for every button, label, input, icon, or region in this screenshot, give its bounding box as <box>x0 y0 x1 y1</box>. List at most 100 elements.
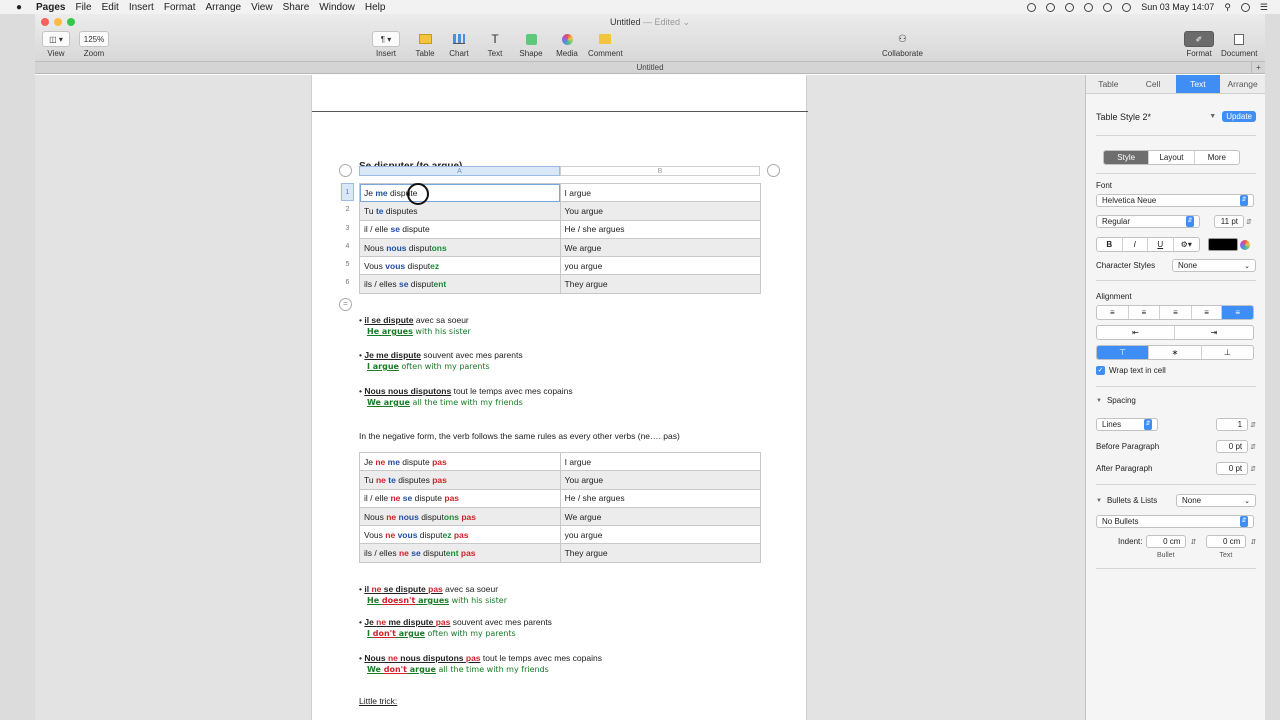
table-style-name[interactable]: Table Style 2* <box>1096 112 1151 122</box>
text-button[interactable]: T Text <box>482 31 508 58</box>
align-justify-icon[interactable]: ≡ <box>1192 306 1223 319</box>
line-spacing-stepper[interactable]: ⇵ <box>1250 421 1256 429</box>
line-spacing-value[interactable]: 1 <box>1216 418 1249 431</box>
tab-text[interactable]: Text <box>1175 75 1221 93</box>
menu-view[interactable]: View <box>251 2 273 13</box>
update-button[interactable]: Update <box>1222 111 1256 122</box>
english-cell[interactable]: They argue <box>559 274 762 294</box>
table-style-dropdown-icon[interactable]: ▼ <box>1209 113 1216 120</box>
menu-help[interactable]: Help <box>365 2 386 13</box>
underline-button[interactable]: U <box>1148 238 1174 251</box>
wifi-icon[interactable] <box>1103 2 1113 12</box>
english-cell[interactable]: You argue <box>559 201 762 221</box>
document-canvas[interactable]: Se disputer (to argue) A B 1 2 3 4 5 6 J… <box>35 75 1085 720</box>
document-tab[interactable]: Untitled + <box>35 62 1265 74</box>
before-paragraph-stepper[interactable]: ⇵ <box>1250 443 1256 451</box>
document-page[interactable]: Se disputer (to argue) A B 1 2 3 4 5 6 J… <box>311 75 808 720</box>
disclosure-triangle-icon[interactable]: ▼ <box>1096 398 1102 404</box>
english-cell[interactable]: I argue <box>559 182 762 203</box>
subtab-layout[interactable]: Layout <box>1149 151 1195 164</box>
english-cell[interactable]: I argue <box>559 451 762 472</box>
siri-icon[interactable] <box>1240 2 1250 12</box>
clock[interactable]: Sun 03 May 14:07 <box>1141 2 1214 12</box>
column-add-handle[interactable] <box>767 164 780 177</box>
tab-cell[interactable]: Cell <box>1131 75 1176 93</box>
column-header-b[interactable]: B <box>560 166 760 176</box>
increase-indent-icon[interactable]: ⇥ <box>1175 326 1253 339</box>
shape-button[interactable]: Shape <box>518 31 544 58</box>
italic-button[interactable]: I <box>1123 238 1148 251</box>
text-color-well[interactable] <box>1208 238 1238 251</box>
english-cell[interactable]: You argue <box>559 470 762 490</box>
font-size-field[interactable]: 11 pt <box>1214 215 1244 228</box>
font-size-stepper[interactable]: ⇵ <box>1246 218 1252 226</box>
row-add-handle[interactable]: = <box>339 298 352 311</box>
english-cell[interactable]: you argue <box>559 525 762 545</box>
valign-middle-icon[interactable]: ∗ <box>1149 346 1202 359</box>
after-paragraph-field[interactable]: 0 pt <box>1216 462 1249 475</box>
comment-button[interactable]: Comment <box>588 31 623 58</box>
subtab-style[interactable]: Style <box>1104 151 1150 164</box>
spotlight-icon[interactable]: ⚲ <box>1224 2 1231 13</box>
row-header[interactable]: 2 <box>341 201 354 219</box>
bold-button[interactable]: B <box>1097 238 1123 251</box>
french-cell[interactable]: Tu ne te disputes pas <box>359 470 561 490</box>
bluetooth-icon[interactable] <box>1084 2 1094 12</box>
valign-top-icon[interactable]: ⊤ <box>1097 346 1150 359</box>
french-cell[interactable]: Vous ne vous disputez pas <box>359 525 561 545</box>
text-options-gear-icon[interactable]: ⚙▾ <box>1174 238 1199 251</box>
table-select-handle[interactable] <box>339 164 352 177</box>
bullet-indent-field[interactable]: 0 cm <box>1146 535 1187 548</box>
document-button[interactable]: Document <box>1221 31 1257 58</box>
french-cell[interactable]: Vous vous disputez <box>359 256 561 276</box>
french-cell[interactable]: il / elle ne se dispute pas <box>359 488 561 508</box>
menu-arrange[interactable]: Arrange <box>206 2 242 13</box>
typeface-select[interactable]: Regular ⇵ <box>1096 215 1200 228</box>
english-cell[interactable]: He / she argues <box>559 219 762 239</box>
display-icon[interactable] <box>1122 2 1132 12</box>
tab-table[interactable]: Table <box>1086 75 1131 93</box>
menu-edit[interactable]: Edit <box>102 2 119 13</box>
menu-window[interactable]: Window <box>319 2 355 13</box>
french-cell[interactable]: Nous ne nous disputons pas <box>359 506 561 527</box>
english-cell[interactable]: you argue <box>559 256 762 276</box>
record-icon[interactable] <box>1027 2 1037 12</box>
french-cell[interactable]: ils / elles ne se disputent pas <box>359 543 561 563</box>
menu-insert[interactable]: Insert <box>129 2 154 13</box>
align-center-icon[interactable]: ≡ <box>1129 306 1161 319</box>
french-cell[interactable]: Tu te disputes <box>359 201 561 221</box>
row-header[interactable]: 6 <box>341 274 354 292</box>
align-auto-icon[interactable]: ≡ <box>1222 306 1253 319</box>
valign-bottom-icon[interactable]: ⊥ <box>1202 346 1253 359</box>
media-button[interactable]: Media <box>554 31 580 58</box>
menu-format[interactable]: Format <box>164 2 196 13</box>
bullet-type-select[interactable]: No Bullets ⇵ <box>1096 515 1254 528</box>
new-tab-button[interactable]: + <box>1251 62 1265 74</box>
row-header[interactable]: 4 <box>341 238 354 256</box>
row-header[interactable]: 1 <box>341 183 354 202</box>
column-header-a[interactable]: A <box>359 166 560 176</box>
french-cell[interactable]: Je ne me dispute pas <box>359 451 561 472</box>
insert-button[interactable]: ¶ ▾ Insert <box>372 31 400 58</box>
table-button[interactable]: Table <box>412 31 438 58</box>
text-indent-field[interactable]: 0 cm <box>1206 535 1247 548</box>
character-styles-select[interactable]: None ⌄ <box>1172 259 1256 272</box>
menu-share[interactable]: Share <box>283 2 310 13</box>
row-header[interactable]: 5 <box>341 256 354 274</box>
french-cell[interactable]: il / elle se dispute <box>359 219 561 239</box>
bullets-lists-select[interactable]: None ⌄ <box>1176 494 1256 507</box>
format-button[interactable]: ✐ Format <box>1184 31 1214 58</box>
time-machine-icon[interactable] <box>1065 2 1075 12</box>
color-wheel-icon[interactable] <box>1240 239 1250 250</box>
disclosure-triangle-icon[interactable]: ▼ <box>1096 498 1102 504</box>
apple-menu-icon[interactable]: ● <box>10 2 28 13</box>
bullet-indent-stepper[interactable]: ⇵ <box>1190 538 1196 546</box>
menu-app[interactable]: Pages <box>36 2 65 13</box>
before-paragraph-field[interactable]: 0 pt <box>1216 440 1249 453</box>
tab-arrange[interactable]: Arrange <box>1220 75 1265 93</box>
text-indent-stepper[interactable]: ⇵ <box>1250 538 1256 546</box>
collaborate-button[interactable]: ⚇ Collaborate <box>882 31 923 59</box>
french-cell[interactable]: ils / elles se disputent <box>359 274 561 294</box>
notification-center-icon[interactable]: ☰ <box>1260 2 1268 13</box>
english-cell[interactable]: He / she argues <box>559 488 762 508</box>
